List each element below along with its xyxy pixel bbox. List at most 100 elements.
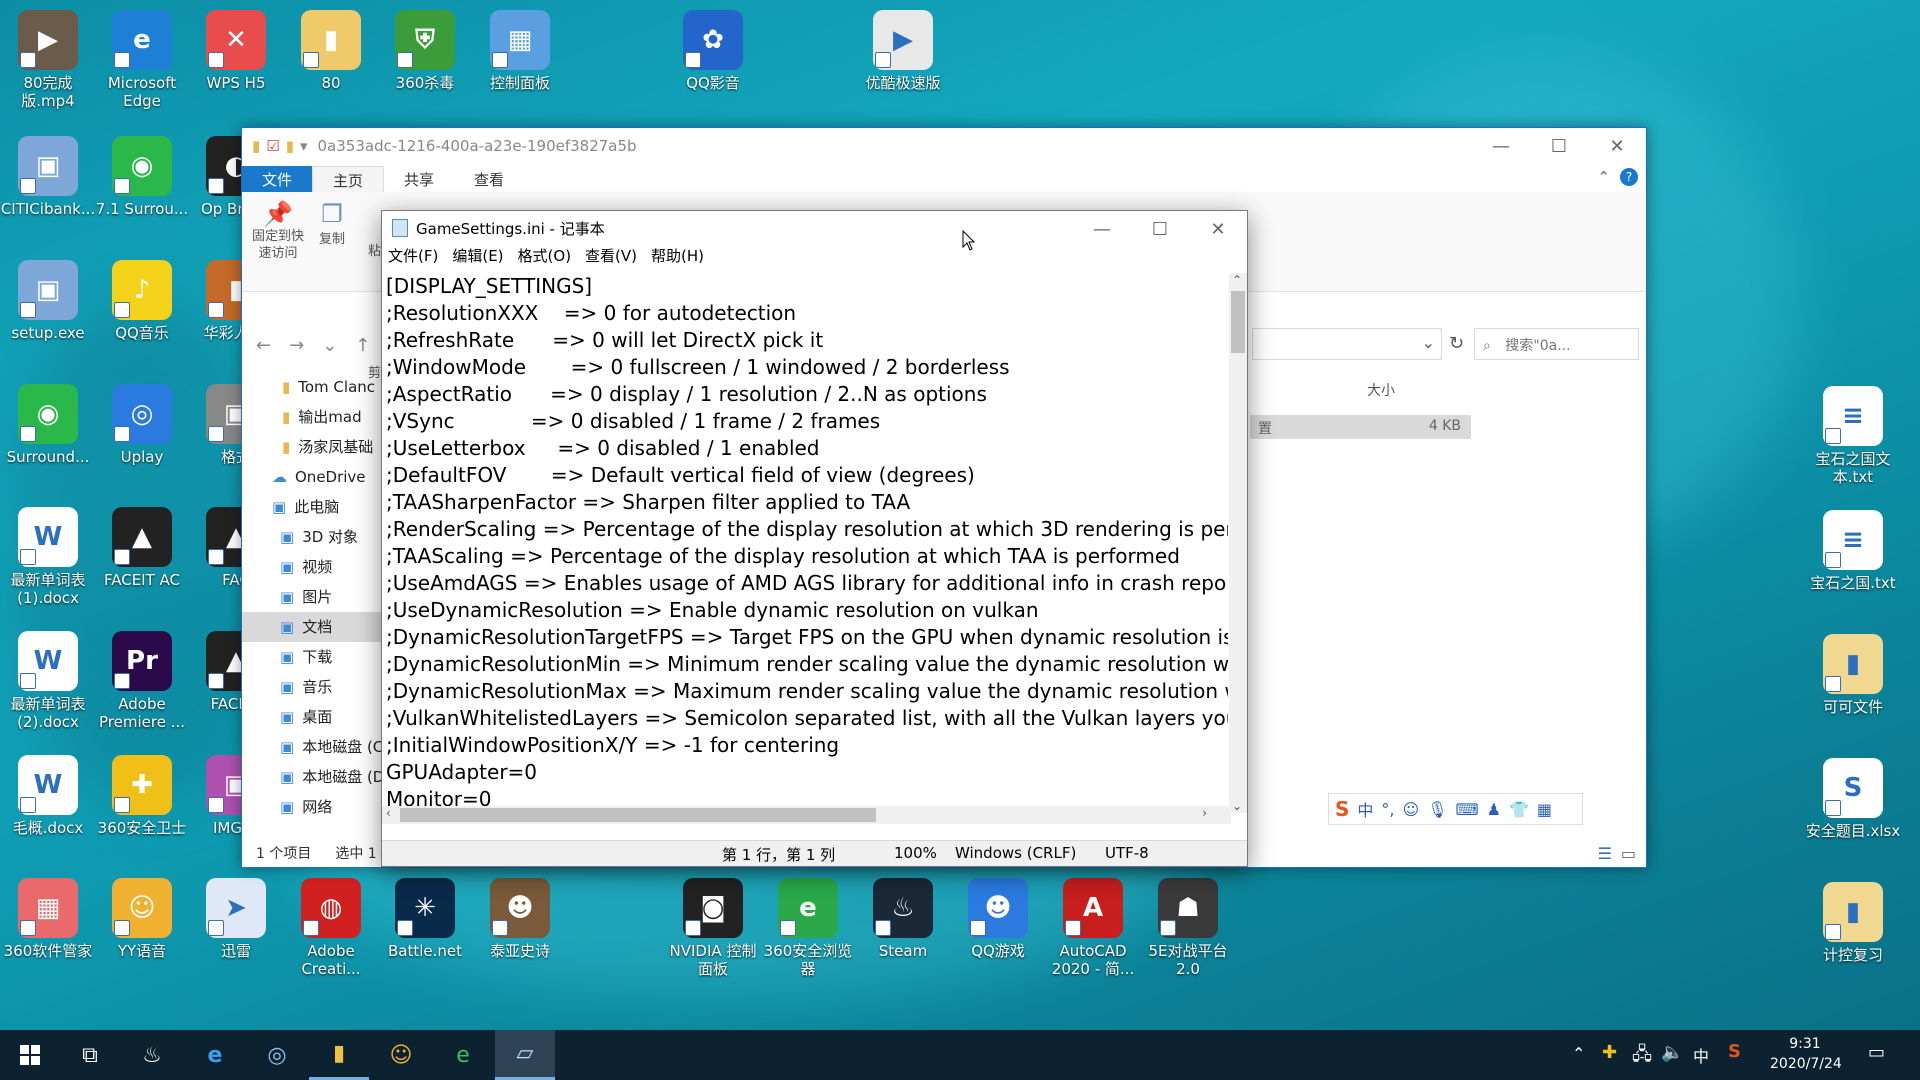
taskbar-yy[interactable]: ☺	[371, 1030, 431, 1080]
desktop-icon[interactable]: A AutoCAD 2020 - 简...	[1045, 878, 1141, 978]
nav-item[interactable]: ▮ 输出mad	[242, 402, 382, 432]
taskbar-file-explorer[interactable]: ▮	[309, 1030, 369, 1080]
notification-icon[interactable]: ▭	[1868, 1042, 1885, 1063]
ime-mode[interactable]: 中	[1357, 797, 1373, 821]
nav-item[interactable]: ▣ 文档	[242, 612, 382, 642]
desktop-icon[interactable]: ➤ 迅雷	[188, 878, 284, 960]
refresh-icon[interactable]: ↻	[1449, 333, 1464, 354]
desktop-icon[interactable]: ☻ QQ游戏	[950, 878, 1046, 960]
nav-item[interactable]: ▣ 此电脑	[242, 492, 382, 522]
desktop-icon[interactable]: W 最新单词表 (2).docx	[0, 631, 96, 731]
tray-360-icon[interactable]: ✚	[1602, 1042, 1617, 1063]
desktop-icon[interactable]: ▣ setup.exe	[0, 260, 96, 342]
vertical-scroll-thumb[interactable]	[1231, 291, 1245, 353]
collapse-ribbon-icon[interactable]: ⌃	[1597, 168, 1610, 186]
taskbar-360-browser[interactable]: e	[433, 1030, 493, 1080]
desktop-icon[interactable]: ☗ 5E对战平台 2.0	[1140, 878, 1236, 978]
menu-item[interactable]: 文件(F)	[388, 245, 438, 267]
recent-dropdown-icon[interactable]: ⌄	[322, 335, 337, 356]
explorer-titlebar[interactable]: ▮ ☑ ▮ ▾ 0a353adc-1216-400a-a23e-190ef382…	[242, 128, 1646, 164]
address-dropdown-icon[interactable]: ⌄	[1422, 333, 1435, 352]
menu-item[interactable]: 格式(O)	[518, 245, 572, 267]
desktop-icon[interactable]: ▦ 360软件管家	[0, 878, 96, 960]
nav-item[interactable]: ▮ Tom Clanc	[242, 372, 382, 402]
user-icon[interactable]: ♟	[1487, 800, 1501, 819]
menu-item[interactable]: 帮助(H)	[651, 245, 704, 267]
nav-item[interactable]: ▣ 网络	[242, 792, 382, 822]
tab-file[interactable]: 文件	[242, 166, 313, 192]
taskbar-steam[interactable]: ♨	[122, 1030, 182, 1080]
search-box[interactable]: ⌕ 搜索"0a...	[1474, 328, 1639, 360]
desktop-icon[interactable]: ▮ 计控复习	[1805, 882, 1901, 964]
desktop-icon[interactable]: ▣ CITICibank...	[0, 136, 96, 218]
column-header-size[interactable]: 大小	[1367, 380, 1395, 400]
desktop-icon[interactable]: S 安全题目.xlsx	[1805, 758, 1901, 840]
close-icon[interactable]: ✕	[1189, 211, 1247, 247]
nav-item[interactable]: ▮ 汤家凤基础	[242, 432, 382, 462]
help-icon[interactable]: ?	[1620, 168, 1638, 186]
desktop-icon[interactable]: ♪ QQ音乐	[94, 260, 190, 342]
minimize-icon[interactable]: —	[1073, 211, 1131, 247]
desktop-icon[interactable]: ◍ Adobe Creati...	[283, 878, 379, 978]
punctuation-icon[interactable]: °,	[1381, 800, 1394, 819]
menu-item[interactable]: 编辑(E)	[452, 245, 503, 267]
clock[interactable]: 9:31 2020/7/24	[1770, 1034, 1842, 1074]
up-icon[interactable]: ↑	[355, 335, 370, 356]
nav-item[interactable]: ☁ OneDrive	[242, 462, 382, 492]
taskbar-uplay[interactable]: ◎	[247, 1030, 307, 1080]
tab-share[interactable]: 共享	[384, 166, 454, 192]
desktop-icon[interactable]: ≡ 宝石之国文本.txt	[1805, 386, 1901, 486]
file-row[interactable]: 置 4 KB	[1250, 415, 1471, 439]
desktop-icon[interactable]: ▲ FACEIT AC	[94, 507, 190, 589]
desktop-icon[interactable]: ✕ WPS H5	[188, 10, 284, 92]
nav-item[interactable]: ▣ 下载	[242, 642, 382, 672]
skin-icon[interactable]: 👕	[1509, 800, 1529, 819]
network-icon[interactable]: 🖧	[1632, 1042, 1652, 1072]
sogou-tray-icon[interactable]: S	[1728, 1041, 1741, 1062]
keyboard-icon[interactable]: ⌨	[1456, 800, 1479, 819]
scroll-down-icon[interactable]: ⌄	[1232, 799, 1242, 813]
desktop-icon[interactable]: ▶ 80完成版.mp4	[0, 10, 96, 110]
address-bar[interactable]: ⌄	[1252, 328, 1442, 360]
grid-icon[interactable]: ▦	[1537, 800, 1552, 819]
desktop-icon[interactable]: ✚ 360安全卫士	[94, 755, 190, 837]
desktop-icon[interactable]: ✳ Battle.net	[377, 878, 473, 960]
pin-button[interactable]: 📌 固定到快速访问	[250, 200, 306, 262]
desktop-icon[interactable]: ☻ 泰亚史诗	[472, 878, 568, 960]
close-icon[interactable]: ✕	[1588, 128, 1646, 164]
desktop-icon[interactable]: ≡ 宝石之国.txt	[1805, 510, 1901, 592]
desktop-icon[interactable]: e Microsoft Edge	[94, 10, 190, 110]
taskbar-edge[interactable]: e	[185, 1030, 245, 1080]
tiles-view-icon[interactable]: ▭	[1621, 844, 1636, 863]
volume-icon[interactable]: 🔈	[1661, 1042, 1683, 1063]
desktop-icon[interactable]: W 毛概.docx	[0, 755, 96, 837]
checkbox-icon[interactable]: ☑	[266, 137, 279, 155]
scroll-left-icon[interactable]: ‹	[386, 806, 391, 820]
desktop-icon[interactable]: ♨ Steam	[855, 878, 951, 960]
desktop-icon[interactable]: ▮ 可可文件	[1805, 634, 1901, 716]
desktop-icon[interactable]: Pr Adobe Premiere ...	[94, 631, 190, 731]
desktop-icon[interactable]: ✿ QQ影音	[665, 10, 761, 92]
maximize-icon[interactable]: ☐	[1530, 128, 1588, 164]
desktop-icon[interactable]: ⛨ 360杀毒	[377, 10, 473, 92]
nav-item[interactable]: ▣ 视频	[242, 552, 382, 582]
menu-item[interactable]: 查看(V)	[585, 245, 637, 267]
tab-view[interactable]: 查看	[454, 166, 524, 192]
nav-item[interactable]: ▣ 图片	[242, 582, 382, 612]
horizontal-scroll-thumb[interactable]	[400, 808, 876, 822]
desktop-icon[interactable]: ▶ 优酷极速版	[855, 10, 951, 92]
desktop-icon[interactable]: ▦ 控制面板	[472, 10, 568, 92]
paste-button-partial[interactable]: 粘	[368, 240, 381, 259]
taskbar-notepad[interactable]: ▱	[495, 1030, 555, 1080]
scroll-up-icon[interactable]: ⌃	[1232, 273, 1242, 287]
minimize-icon[interactable]: —	[1472, 128, 1530, 164]
notepad-window[interactable]: GameSettings.ini - 记事本 — ☐ ✕ 文件(F) 编辑(E) 格…	[381, 210, 1248, 867]
scroll-right-icon[interactable]: ›	[1202, 806, 1207, 820]
desktop-icon[interactable]: e 360安全浏览器	[760, 878, 856, 978]
back-icon[interactable]: ←	[256, 335, 271, 356]
task-view-button[interactable]: ⧉	[60, 1030, 120, 1080]
desktop-icon[interactable]: W 最新单词表 (1).docx	[0, 507, 96, 607]
nav-item[interactable]: ▣ 桌面	[242, 702, 382, 732]
desktop-icon[interactable]: ☺ YY语音	[94, 878, 190, 960]
desktop-icon[interactable]: ◎ Uplay	[94, 384, 190, 466]
